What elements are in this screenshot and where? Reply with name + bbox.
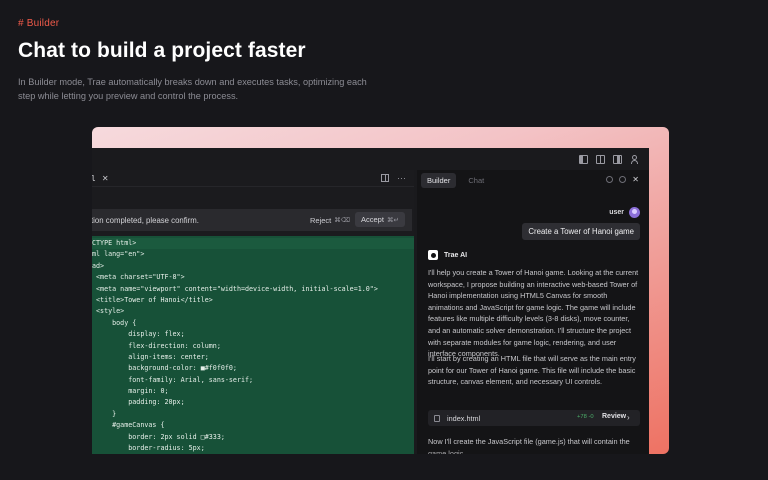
reject-button[interactable]: Reject ⌘⌫ <box>310 213 350 227</box>
file-name: index.html <box>447 413 481 423</box>
ai-message-paragraph: I'll start by creating an HTML file that… <box>428 354 636 387</box>
code-line: border-radius: 5px; <box>92 444 205 453</box>
chevron-right-icon[interactable]: › <box>627 413 630 422</box>
file-change-card[interactable]: index.html +78 -0 Review › <box>428 410 640 426</box>
settings-icon[interactable] <box>619 176 627 183</box>
code-line: margin: 0; <box>92 387 169 396</box>
split-editor-icon[interactable] <box>381 174 389 182</box>
code-line: body { <box>92 318 137 327</box>
ai-message-paragraph: I'll help you create a Tower of Hanoi ga… <box>428 268 639 359</box>
account-icon[interactable] <box>630 154 639 164</box>
diff-count: +78 -0 <box>577 414 594 420</box>
editor-tab-actions: ··· <box>381 173 406 183</box>
code-line: font-family: Arial, sans-serif; <box>92 375 254 384</box>
chat-panel: Builder Chat ✕ user Create a Tower of Ha… <box>417 170 649 454</box>
editor-tab-bar: l ✕ ··· <box>92 170 414 187</box>
code-editor: l ✕ ··· tion completed, please confirm. … <box>92 170 414 454</box>
review-button[interactable]: Review <box>602 413 626 420</box>
code-line: <meta charset="UTF-8"> <box>92 273 185 282</box>
ai-name: Trae AI <box>444 251 468 259</box>
code-line: } <box>92 409 117 418</box>
code-line: display: flex; <box>92 330 185 339</box>
close-icon[interactable]: ✕ <box>102 174 109 183</box>
code-diff-area[interactable]: CTYPE html> ml lang="en"> ad> <meta charse… <box>92 236 414 454</box>
user-message: Create a Tower of Hanoi game <box>522 223 640 240</box>
code-line: CTYPE html> <box>92 238 414 250</box>
code-line: flex-direction: column; <box>92 341 221 350</box>
accept-shortcut: ⌘↵ <box>386 216 399 224</box>
code-line: ad> <box>92 261 105 270</box>
user-name: user <box>609 209 624 216</box>
ide-window: l ✕ ··· tion completed, please confirm. … <box>92 148 649 454</box>
section-tag: # Builder <box>18 18 60 29</box>
file-icon <box>434 414 440 422</box>
split-vertical-icon[interactable] <box>596 154 605 164</box>
editor-tab-label[interactable]: l <box>92 174 96 183</box>
tab-builder[interactable]: Builder <box>421 173 457 188</box>
avatar <box>629 207 640 218</box>
code-line: border: 2px solid □#333; <box>92 432 225 441</box>
code-line: #gameCanvas { <box>92 421 165 430</box>
chat-tabs: Builder Chat <box>421 173 490 188</box>
hero-description: In Builder mode, Trae automatically brea… <box>18 77 367 101</box>
accept-label: Accept <box>361 215 384 224</box>
split-right-icon[interactable] <box>613 154 622 164</box>
code-line: padding: 20px; <box>92 398 185 407</box>
close-icon[interactable]: ✕ <box>632 176 639 184</box>
confirm-message: tion completed, please confirm. <box>92 215 199 225</box>
code-line: <title>Tower of Hanoi</title> <box>92 295 213 304</box>
reject-label: Reject <box>310 215 332 225</box>
user-header: user <box>609 207 640 218</box>
accept-button[interactable]: Accept ⌘↵ <box>355 212 405 227</box>
reject-shortcut: ⌘⌫ <box>334 217 350 224</box>
confirm-bar: tion completed, please confirm. Reject ⌘… <box>92 209 412 231</box>
chat-actions: ✕ <box>606 176 639 184</box>
code-line: <meta name="viewport" content="width=dev… <box>92 284 378 293</box>
chat-fade <box>417 450 649 454</box>
window-toolbar <box>92 148 649 170</box>
code-line: ml lang="en"> <box>92 250 145 259</box>
code-line: align-items: center; <box>92 352 209 361</box>
more-icon[interactable]: ··· <box>397 173 406 183</box>
code-line: background-color: ■#f0f0f0; <box>92 364 237 373</box>
code-line: <style> <box>92 307 125 316</box>
trae-logo-icon <box>428 250 438 260</box>
tab-chat[interactable]: Chat <box>462 173 490 188</box>
page-title: Chat to build a project faster <box>18 39 306 62</box>
ai-header: Trae AI <box>428 250 467 260</box>
history-icon[interactable] <box>606 176 614 183</box>
split-left-icon[interactable] <box>579 154 588 164</box>
hero-section: # Builder Chat to build a project faster… <box>18 18 378 103</box>
